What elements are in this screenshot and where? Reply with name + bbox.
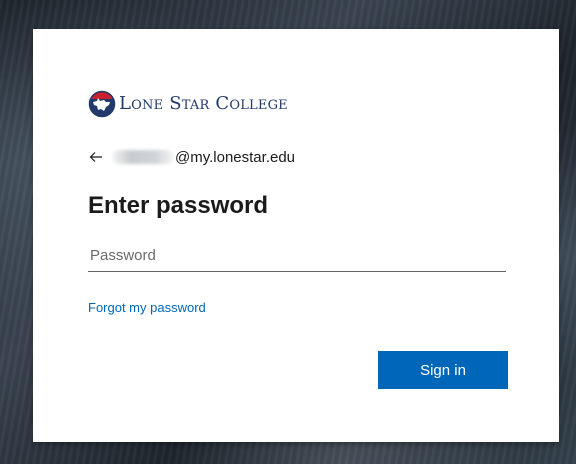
email-domain: @my.lonestar.edu <box>175 148 296 166</box>
lone-star-college-logo: Lone Star College <box>88 89 288 119</box>
page-title: Enter password <box>88 192 269 219</box>
arrow-left-icon[interactable] <box>88 149 104 165</box>
account-identity: @my.lonestar.edu <box>88 146 295 168</box>
redacted-username <box>112 150 174 164</box>
sign-in-button[interactable]: Sign in <box>378 351 508 389</box>
forgot-password-link[interactable]: Forgot my password <box>88 299 206 317</box>
login-card: Lone Star College @my.lonestar.edu Enter… <box>33 29 559 442</box>
password-input[interactable] <box>88 240 506 272</box>
lone-star-college-seal-icon <box>88 90 116 118</box>
logo-text: Lone Star College <box>119 93 288 114</box>
